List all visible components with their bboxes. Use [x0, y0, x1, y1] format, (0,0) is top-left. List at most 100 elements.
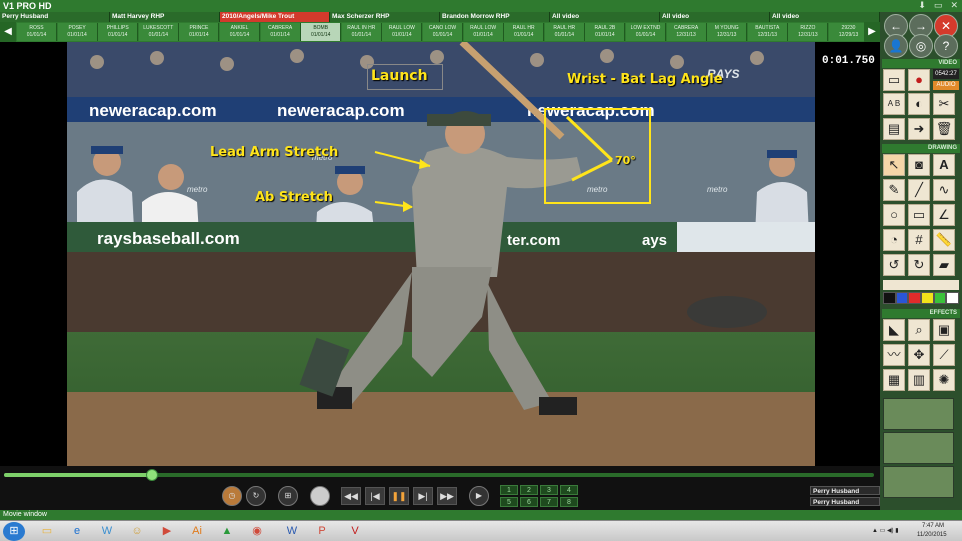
- cue-button[interactable]: 5: [500, 497, 518, 507]
- text-tool-icon[interactable]: A: [933, 154, 955, 176]
- grid-tool-icon[interactable]: #: [908, 229, 930, 251]
- compare-icon[interactable]: ⊞: [278, 486, 298, 506]
- clip-thumb[interactable]: ROSS 01/01/14: [17, 23, 57, 41]
- v1-app-icon[interactable]: V: [344, 522, 366, 541]
- color-swatch[interactable]: [895, 292, 909, 304]
- clip-thumb[interactable]: LOW EXTND 01/01/14: [626, 23, 666, 41]
- cue-button[interactable]: 6: [520, 497, 538, 507]
- thumbnail-2[interactable]: [883, 432, 954, 464]
- close-window-icon[interactable]: ✕: [950, 0, 958, 12]
- redo-icon[interactable]: ↻: [908, 254, 930, 276]
- trash-icon[interactable]: 🗑: [933, 118, 955, 140]
- spotlight-icon[interactable]: ◣: [883, 319, 905, 341]
- color-swatch[interactable]: [908, 292, 922, 304]
- camera-icon[interactable]: ▭: [883, 69, 905, 91]
- clip-thumb[interactable]: 29230 12/29/13: [829, 23, 869, 41]
- pencil-icon[interactable]: ✎: [883, 179, 905, 201]
- help-icon[interactable]: ?: [934, 34, 958, 58]
- player-tab[interactable]: All video: [660, 12, 770, 22]
- slash-icon[interactable]: ⟋: [933, 344, 955, 366]
- clip-thumb[interactable]: POSEY 01/01/14: [57, 23, 98, 41]
- reset-icon[interactable]: ↻: [246, 486, 266, 506]
- color-swatch[interactable]: [946, 292, 960, 304]
- line-tool-icon[interactable]: ╱: [908, 179, 930, 201]
- clip-thumb[interactable]: ANKIEL 01/01/14: [220, 23, 260, 41]
- clip-thumb[interactable]: CABRERA 01/01/14: [260, 23, 301, 41]
- eraser-icon[interactable]: ▰: [933, 254, 955, 276]
- play-icon[interactable]: ▶: [469, 486, 489, 506]
- thumbnail-3[interactable]: [883, 466, 954, 498]
- rectangle-tool-icon[interactable]: ▭: [908, 204, 930, 226]
- thumbnail-1[interactable]: [883, 398, 954, 430]
- pause-icon[interactable]: ❚❚: [389, 487, 409, 505]
- word-icon[interactable]: W: [96, 522, 118, 541]
- cue-button[interactable]: 7: [540, 497, 558, 507]
- player-tab[interactable]: 2010/Angels/Mike Trout: [220, 12, 330, 22]
- player-tab[interactable]: Max Scherzer RHP: [330, 12, 440, 22]
- ie-icon[interactable]: e: [66, 522, 88, 541]
- globe-icon[interactable]: ◎: [909, 34, 933, 58]
- rewind-icon[interactable]: ◀◀: [341, 487, 361, 505]
- start-icon[interactable]: ⊞: [3, 522, 25, 541]
- clip-thumb[interactable]: RAUL IN HR 01/01/14: [341, 23, 382, 41]
- cue-button[interactable]: 2: [520, 485, 538, 495]
- chrome-icon[interactable]: ◉: [246, 522, 268, 541]
- download-icon[interactable]: ⬇: [918, 0, 926, 12]
- messenger-icon[interactable]: ☺: [126, 522, 148, 541]
- aperture-icon[interactable]: ✺: [933, 369, 955, 391]
- cue-button[interactable]: 4: [560, 485, 578, 495]
- timeline-knob[interactable]: [145, 469, 158, 481]
- color-swatch[interactable]: [921, 292, 934, 304]
- clip-thumb[interactable]: RIZZO 12/31/13: [788, 23, 829, 41]
- curve-tool-icon[interactable]: ∿: [933, 179, 955, 201]
- clock-icon[interactable]: ◷: [222, 486, 242, 506]
- undo-icon[interactable]: ↺: [883, 254, 905, 276]
- disc-icon[interactable]: [310, 486, 330, 506]
- clip-thumb[interactable]: CANO LOW 01/01/14: [423, 23, 463, 41]
- player-tab[interactable]: Perry Husband: [0, 12, 110, 22]
- snapshot-icon[interactable]: ◙: [908, 154, 930, 176]
- mosaic-icon[interactable]: ▦: [883, 369, 905, 391]
- record-icon[interactable]: ●: [908, 69, 930, 91]
- film-icon[interactable]: ▥: [908, 369, 930, 391]
- clip-thumb[interactable]: RAUL LOW 01/01/14: [382, 23, 423, 41]
- frame-icon[interactable]: ▣: [933, 319, 955, 341]
- line-weight-selector[interactable]: [883, 280, 959, 290]
- export-arrow-icon[interactable]: ➜: [908, 118, 930, 140]
- clip-thumb[interactable]: LUKESCOTT 01/01/14: [138, 23, 179, 41]
- users-icon[interactable]: 👤: [884, 34, 908, 58]
- ab-compare-button[interactable]: A B: [883, 93, 905, 115]
- clip-thumb[interactable]: RAUL LOW 01/01/14: [463, 23, 504, 41]
- scissors-icon[interactable]: ✂: [933, 93, 955, 115]
- illustrator-icon[interactable]: Ai: [186, 522, 208, 541]
- explorer-icon[interactable]: ▭: [36, 522, 58, 541]
- clip-thumb[interactable]: PHILLIPS 01/01/14: [98, 23, 139, 41]
- chevron-right-icon[interactable]: ▶: [864, 22, 880, 42]
- clip-thumb[interactable]: M YOUNG 12/31/13: [707, 23, 748, 41]
- player-tab[interactable]: All video: [550, 12, 660, 22]
- ruler-icon[interactable]: 📏: [933, 229, 955, 251]
- player-tab[interactable]: Matt Harvey RHP: [110, 12, 220, 22]
- move-icon[interactable]: ✥: [908, 344, 930, 366]
- circle-tool-icon[interactable]: ○: [883, 204, 905, 226]
- zoom-icon[interactable]: ⌕: [908, 319, 930, 341]
- word-doc-icon[interactable]: W: [281, 522, 303, 541]
- clip-thumb[interactable]: RAUL HR 01/01/14: [504, 23, 545, 41]
- cue-button[interactable]: 3: [540, 485, 558, 495]
- media-player-icon[interactable]: ▶: [156, 522, 178, 541]
- powerpoint-icon[interactable]: P: [311, 522, 333, 541]
- angle-tool-icon[interactable]: ∠: [933, 204, 955, 226]
- video-frame[interactable]: neweracap.com neweracap.com neweracap.co…: [67, 42, 815, 466]
- player-tab[interactable]: All video: [770, 12, 880, 22]
- cue-button[interactable]: 1: [500, 485, 518, 495]
- audio-label[interactable]: AUDIO: [933, 81, 959, 90]
- color-swatch[interactable]: [933, 292, 947, 304]
- step-back-icon[interactable]: |◀: [365, 487, 385, 505]
- clip-thumb[interactable]: BOMB 01/01/14: [301, 23, 342, 41]
- minimize-icon[interactable]: ▭: [934, 0, 943, 12]
- player-tab[interactable]: Brandon Morrow RHP: [440, 12, 550, 22]
- stopwatch-icon[interactable]: ◔: [883, 229, 905, 251]
- drive-icon[interactable]: ▲: [216, 522, 238, 541]
- pointer-icon[interactable]: ↖: [883, 154, 905, 176]
- clip-thumb[interactable]: BAUTISTA 12/31/13: [747, 23, 788, 41]
